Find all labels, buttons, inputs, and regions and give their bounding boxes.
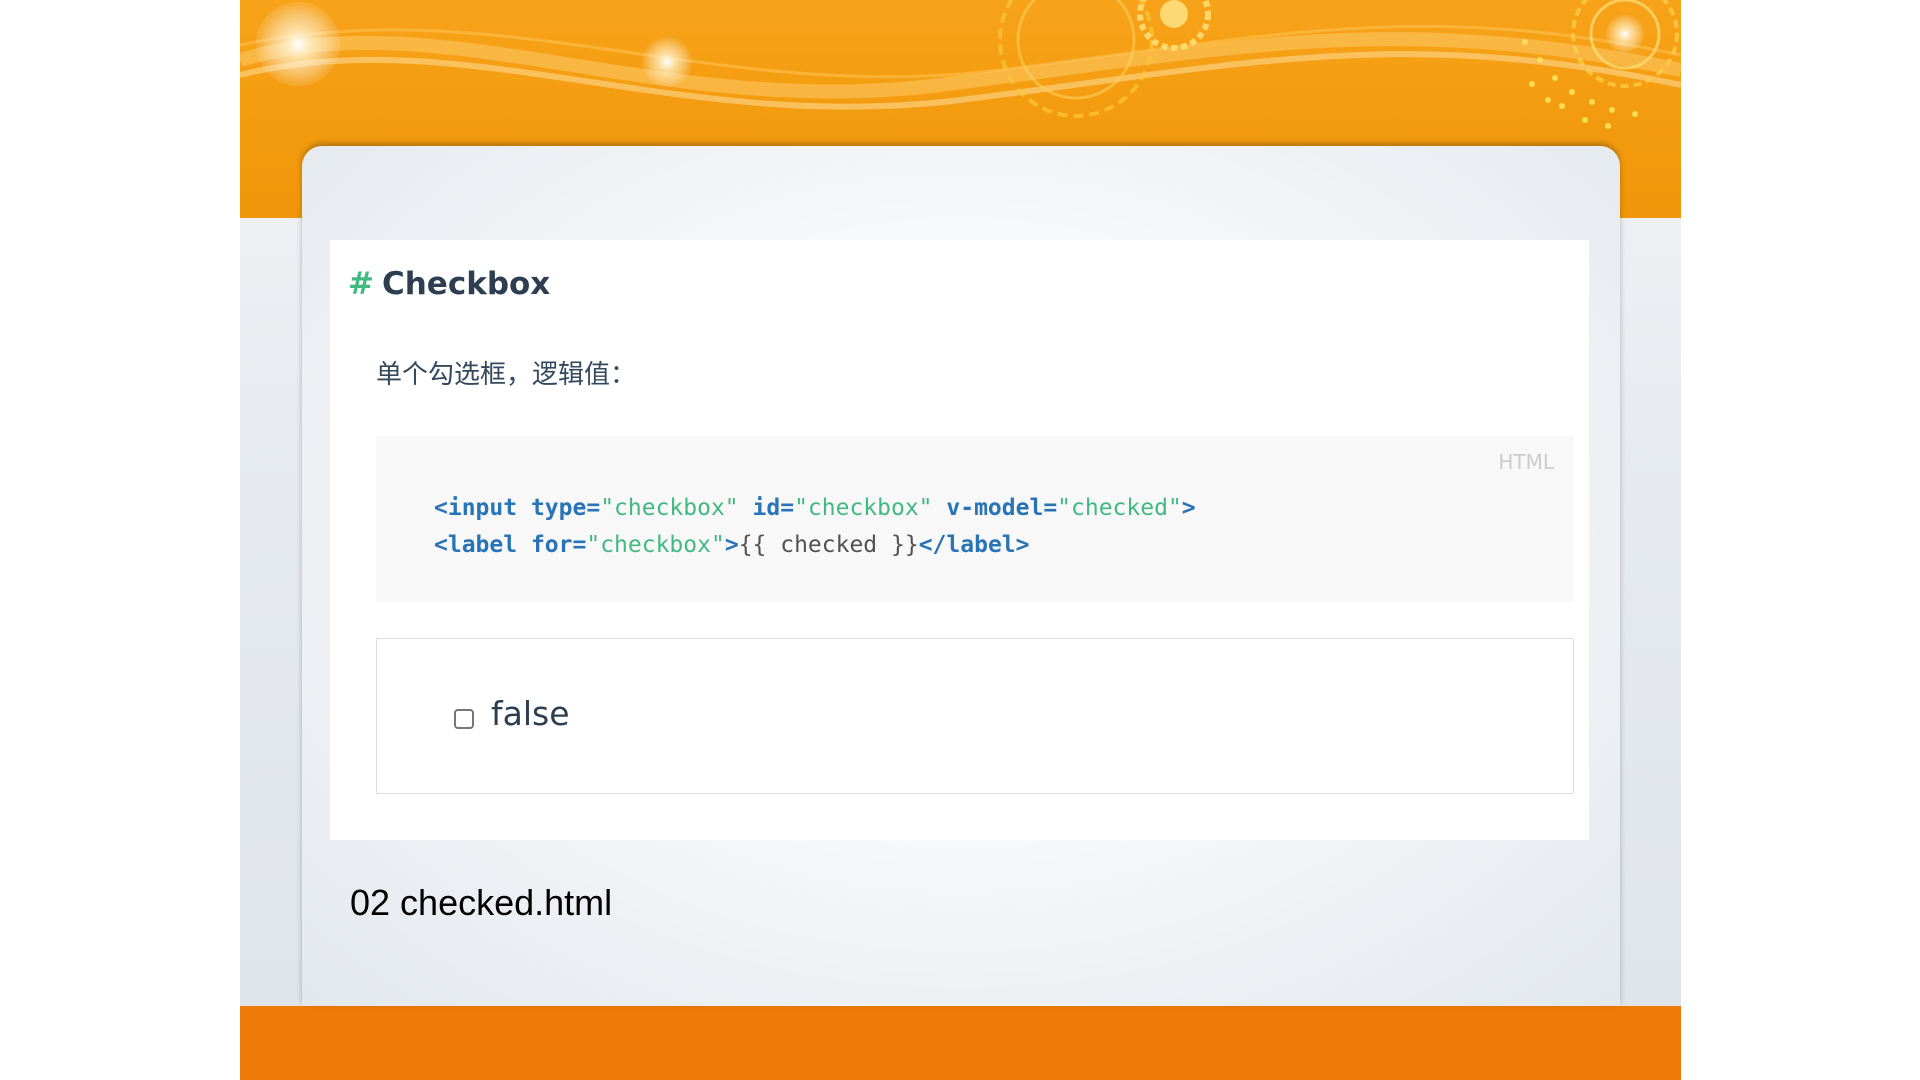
code-token: type=: [517, 495, 601, 521]
heading-title: Checkbox: [381, 266, 551, 302]
description-text: 单个勾选框，逻辑值：: [376, 360, 637, 390]
section-heading: # Checkbox: [348, 266, 550, 302]
demo-result-box: false: [376, 638, 1574, 794]
code-token: <label: [434, 532, 518, 558]
heading-anchor[interactable]: #: [348, 266, 374, 302]
slide-caption: 02 checked.html: [350, 882, 613, 923]
demo-checkbox-label: false: [491, 694, 570, 733]
code-token: "checkbox": [600, 495, 739, 521]
code-token: "checkbox": [794, 495, 933, 521]
code-token: "checked": [1057, 495, 1182, 521]
code-token: v-model=: [932, 495, 1058, 521]
code-line-2: <label for="checkbox">{{ checked }}</lab…: [434, 527, 1196, 564]
code-token: id=: [738, 495, 795, 521]
code-token: {{ checked }}: [738, 532, 919, 558]
code-lines: <input type="checkbox" id="checkbox" v-m…: [434, 490, 1196, 564]
code-token: >: [724, 532, 739, 558]
code-token: for=: [517, 532, 587, 558]
code-token: <input: [434, 495, 518, 521]
code-token: </label>: [918, 532, 1030, 558]
code-line-1: <input type="checkbox" id="checkbox" v-m…: [434, 490, 1196, 527]
code-token: >: [1181, 495, 1196, 521]
doc-page-card: # Checkbox 单个勾选框，逻辑值： HTML <input type="c…: [330, 240, 1589, 840]
code-language-label: HTML: [1498, 450, 1554, 474]
slide-footer-bar: [240, 1006, 1681, 1080]
code-block: HTML <input type="checkbox" id="checkbox…: [376, 436, 1574, 602]
slide: # Checkbox 单个勾选框，逻辑值： HTML <input type="c…: [240, 0, 1681, 1080]
code-token: "checkbox": [586, 532, 725, 558]
demo-checkbox[interactable]: [454, 709, 474, 729]
